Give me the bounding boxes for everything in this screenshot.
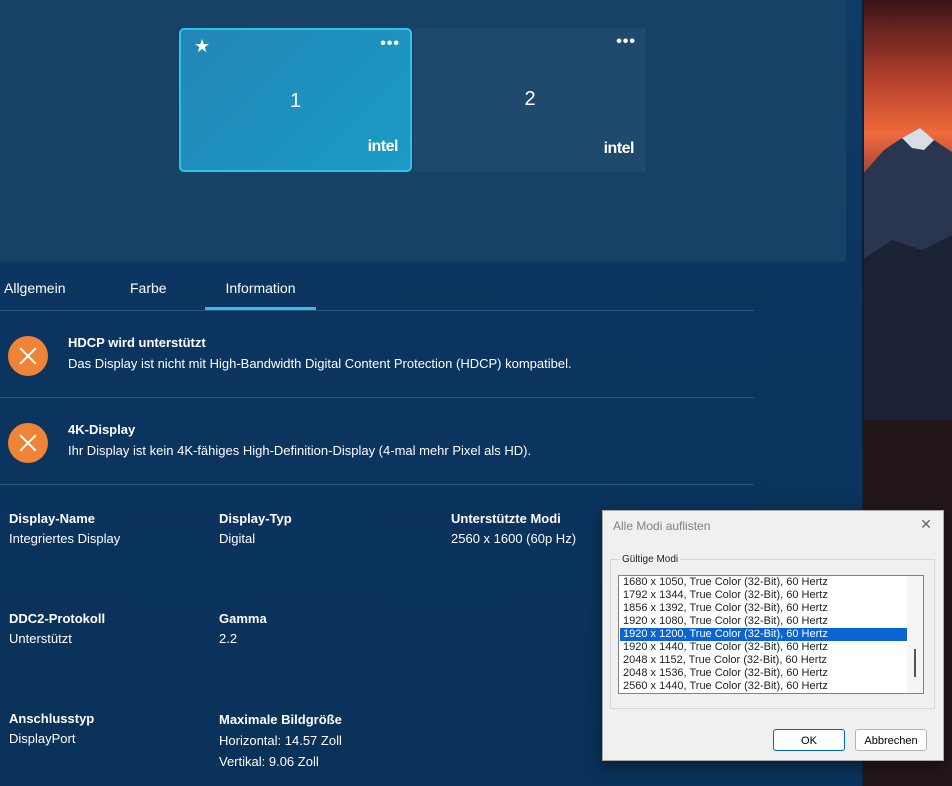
- property-value: 2560 x 1600 (60p Hz): [451, 531, 577, 546]
- property-label: Display-Name: [9, 511, 95, 526]
- tab-farbe[interactable]: Farbe: [130, 270, 167, 310]
- monitor-1-tile[interactable]: ★ ••• 1 intel: [179, 28, 412, 172]
- property-value: DisplayPort: [9, 731, 76, 746]
- info-item-title: 4K-Display: [68, 422, 136, 437]
- tab-information[interactable]: Information: [205, 270, 316, 310]
- x-icon: [8, 336, 48, 376]
- property-max-image-size: Maximale Bildgröße Horizontal: 14.57 Zol…: [219, 709, 342, 772]
- property-value: 2.2: [219, 631, 238, 646]
- list-item[interactable]: 1680 x 1050, True Color (32-Bit), 60 Her…: [620, 576, 908, 589]
- list-scrollbar[interactable]: [907, 576, 923, 693]
- property-value-vertical: Vertikal: 9.06 Zoll: [219, 754, 319, 769]
- property-value: Unterstützt: [9, 631, 72, 646]
- cancel-button[interactable]: Abbrechen: [855, 729, 927, 751]
- info-item-description: Ihr Display ist kein 4K-fähiges High-Def…: [68, 443, 532, 458]
- property-gamma: Gamma 2.2: [219, 609, 267, 649]
- property-label: Gamma: [219, 611, 267, 626]
- active-tab-indicator: [205, 307, 316, 310]
- tab-allgemein[interactable]: Allgemein: [4, 270, 65, 310]
- display-arrangement-panel: ★ ••• 1 intel ••• 2 intel: [0, 0, 846, 262]
- property-value: Integriertes Display: [9, 531, 121, 546]
- scrollbar-thumb[interactable]: [914, 649, 916, 677]
- intel-logo: intel: [367, 138, 399, 155]
- info-item-description: Das Display ist nicht mit High-Bandwidth…: [68, 356, 572, 371]
- dialog-title: Alle Modi auflisten: [613, 519, 711, 533]
- property-label: Maximale Bildgröße: [219, 712, 342, 727]
- property-supported-modes: Unterstützte Modi 2560 x 1600 (60p Hz): [451, 509, 576, 549]
- x-icon: [8, 423, 48, 463]
- more-options-icon[interactable]: •••: [380, 35, 400, 53]
- tab-bar: Allgemein Farbe Information: [0, 270, 754, 311]
- ok-button[interactable]: OK: [773, 729, 845, 751]
- monitor-2-tile[interactable]: ••• 2 intel: [414, 28, 646, 172]
- property-label: Display-Typ: [219, 511, 292, 526]
- property-label: Unterstützte Modi: [451, 511, 561, 526]
- property-ddc2: DDC2-Protokoll Unterstützt: [9, 609, 105, 649]
- intel-logo: intel: [603, 140, 635, 157]
- property-label: DDC2-Protokoll: [9, 611, 106, 626]
- list-item[interactable]: 2560 x 1440, True Color (32-Bit), 60 Her…: [620, 680, 908, 693]
- info-item-hdcp: HDCP wird unterstützt Das Display ist ni…: [0, 311, 754, 398]
- list-item[interactable]: 1920 x 1080, True Color (32-Bit), 60 Her…: [620, 615, 908, 628]
- property-label: Anschlusstyp: [9, 711, 95, 726]
- property-value-horizontal: Horizontal: 14.57 Zoll: [219, 733, 342, 748]
- property-display-name: Display-Name Integriertes Display: [9, 509, 120, 549]
- info-item-title: HDCP wird unterstützt: [68, 335, 206, 350]
- info-item-4k: 4K-Display Ihr Display ist kein 4K-fähig…: [0, 398, 754, 485]
- list-item[interactable]: 2048 x 1152, True Color (32-Bit), 60 Her…: [620, 654, 908, 667]
- list-all-modes-dialog: Alle Modi auflisten ✕ Gültige Modi 1680 …: [602, 510, 944, 761]
- modes-listbox[interactable]: 1680 x 1050, True Color (32-Bit), 60 Her…: [618, 575, 924, 694]
- group-label: Gültige Modi: [620, 554, 681, 565]
- property-display-type: Display-Typ Digital: [219, 509, 292, 549]
- property-value: Digital: [219, 531, 256, 546]
- list-item[interactable]: 2048 x 1536, True Color (32-Bit), 60 Her…: [620, 667, 908, 680]
- monitor-number: 1: [289, 90, 302, 112]
- list-item-selected[interactable]: 1920 x 1200, True Color (32-Bit), 60 Her…: [620, 628, 908, 641]
- star-icon: ★: [194, 36, 211, 56]
- property-connection-type: Anschlusstyp DisplayPort: [9, 709, 94, 749]
- list-item[interactable]: 1856 x 1392, True Color (32-Bit), 60 Her…: [620, 602, 908, 615]
- tab-information-label: Information: [225, 280, 296, 296]
- monitor-number: 2: [524, 88, 536, 110]
- close-icon[interactable]: ✕: [917, 515, 935, 533]
- list-item[interactable]: 1792 x 1344, True Color (32-Bit), 60 Her…: [620, 589, 908, 602]
- list-item[interactable]: 1920 x 1440, True Color (32-Bit), 60 Her…: [620, 641, 908, 654]
- more-options-icon[interactable]: •••: [616, 33, 636, 51]
